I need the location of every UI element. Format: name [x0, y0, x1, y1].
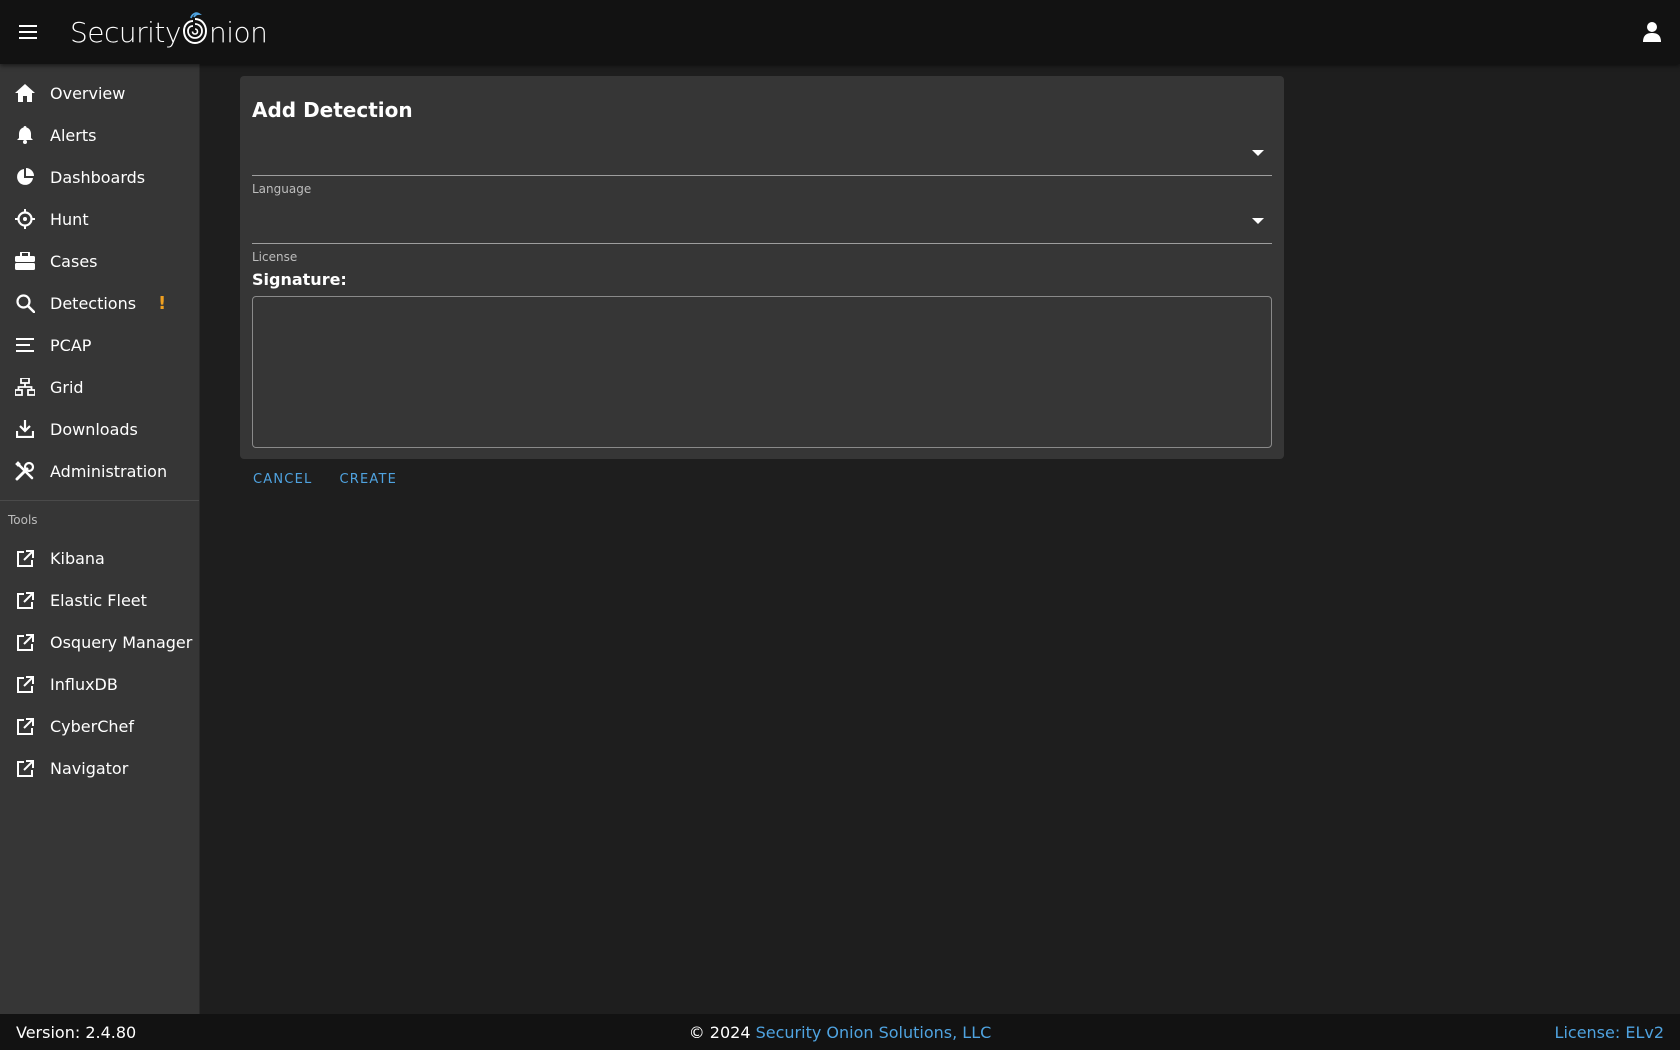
- pie-chart-icon: [14, 166, 36, 188]
- external-link-icon: [14, 631, 36, 653]
- download-icon: [14, 418, 36, 440]
- sidebar-item-dashboards[interactable]: Dashboards: [0, 156, 199, 198]
- external-link-icon: [14, 673, 36, 695]
- security-onion-logo[interactable]: Security nion: [70, 12, 268, 49]
- briefcase-icon: [14, 250, 36, 272]
- sidebar-item-cases[interactable]: Cases: [0, 240, 199, 282]
- sidebar-item-label: Detections: [50, 293, 137, 313]
- sidebar-item-label: Cases: [50, 251, 98, 271]
- sidebar-item-label: Downloads: [50, 419, 138, 439]
- dropdown-arrow-icon: [1252, 150, 1264, 156]
- top-app-bar: Security nion: [0, 0, 1680, 64]
- copyright-text: © 2024 Security Onion Solutions, LLC: [0, 1023, 1680, 1042]
- user-account-button[interactable]: [1636, 16, 1668, 48]
- dropdown-arrow-icon: [1252, 218, 1264, 224]
- sidebar-item-kibana[interactable]: Kibana: [0, 537, 199, 579]
- sidebar-item-pcap[interactable]: PCAP: [0, 324, 199, 366]
- footer: Version: 2.4.80 © 2024 Security Onion So…: [0, 1014, 1680, 1050]
- sidebar-item-label: Osquery Manager: [50, 632, 193, 652]
- sidebar-item-label: CyberChef: [50, 716, 135, 736]
- cancel-button[interactable]: CANCEL: [240, 468, 326, 491]
- copyright-prefix: © 2024: [688, 1022, 751, 1042]
- sidebar-item-label: Kibana: [50, 548, 105, 568]
- language-label: Language: [252, 182, 312, 196]
- sidebar-item-overview[interactable]: Overview: [0, 72, 199, 114]
- sidebar-divider: [0, 500, 199, 501]
- sidebar-item-label: PCAP: [50, 335, 92, 355]
- company-link[interactable]: Security Onion Solutions, LLC: [756, 1023, 992, 1042]
- detections-warning-badge: !: [158, 292, 167, 314]
- logo-text-nion: nion: [208, 15, 268, 49]
- main-content: Add Detection Language License Signature…: [200, 64, 1680, 1014]
- network-icon: [14, 376, 36, 398]
- sidebar-item-label: Grid: [50, 377, 84, 397]
- external-link-icon: [14, 589, 36, 611]
- create-button[interactable]: CREATE: [326, 468, 411, 491]
- signature-textarea[interactable]: [252, 296, 1272, 448]
- sidebar-item-label: Navigator: [50, 758, 129, 778]
- sidebar: Overview Alerts Dashboards Hunt Cases De…: [0, 64, 200, 1014]
- page-title: Add Detection: [252, 98, 413, 122]
- sidebar-item-influxdb[interactable]: InfluxDB: [0, 663, 199, 705]
- external-link-icon: [14, 757, 36, 779]
- menu-icon: [19, 25, 37, 39]
- sidebar-item-navigator[interactable]: Navigator: [0, 747, 199, 789]
- sidebar-item-alerts[interactable]: Alerts: [0, 114, 199, 156]
- sidebar-item-label: Alerts: [50, 125, 97, 145]
- license-select[interactable]: [252, 200, 1272, 244]
- tools-icon: [14, 460, 36, 482]
- user-icon: [1643, 22, 1661, 42]
- sidebar-item-label: Elastic Fleet: [50, 590, 147, 610]
- tools-section-label: Tools: [8, 513, 38, 527]
- license-label: License: [252, 250, 298, 264]
- bell-icon: [14, 124, 36, 146]
- sidebar-item-label: Overview: [50, 83, 126, 103]
- home-icon: [14, 82, 36, 104]
- onion-swirl-icon: [182, 12, 208, 47]
- sidebar-item-label: Hunt: [50, 209, 89, 229]
- sidebar-item-hunt[interactable]: Hunt: [0, 198, 199, 240]
- sidebar-item-osquery-manager[interactable]: Osquery Manager: [0, 621, 199, 663]
- external-link-icon: [14, 715, 36, 737]
- sidebar-item-administration[interactable]: Administration: [0, 450, 199, 492]
- form-actions: CANCEL CREATE: [240, 468, 411, 491]
- sidebar-item-elastic-fleet[interactable]: Elastic Fleet: [0, 579, 199, 621]
- sidebar-item-label: Administration: [50, 461, 168, 481]
- sidebar-item-detections[interactable]: Detections !: [0, 282, 199, 324]
- sidebar-item-cyberchef[interactable]: CyberChef: [0, 705, 199, 747]
- lines-icon: [14, 334, 36, 356]
- language-select[interactable]: [252, 132, 1272, 176]
- signature-label: Signature:: [252, 270, 347, 289]
- logo-text-security: Security: [70, 15, 181, 49]
- license-link[interactable]: License: ELv2: [1555, 1023, 1664, 1042]
- hamburger-menu-button[interactable]: [0, 0, 56, 64]
- sidebar-item-downloads[interactable]: Downloads: [0, 408, 199, 450]
- search-icon: [14, 292, 36, 314]
- crosshairs-icon: [14, 208, 36, 230]
- add-detection-card: Add Detection Language License Signature…: [240, 76, 1284, 459]
- sidebar-item-grid[interactable]: Grid: [0, 366, 199, 408]
- sidebar-item-label: InfluxDB: [50, 674, 118, 694]
- sidebar-item-label: Dashboards: [50, 167, 146, 187]
- external-link-icon: [14, 547, 36, 569]
